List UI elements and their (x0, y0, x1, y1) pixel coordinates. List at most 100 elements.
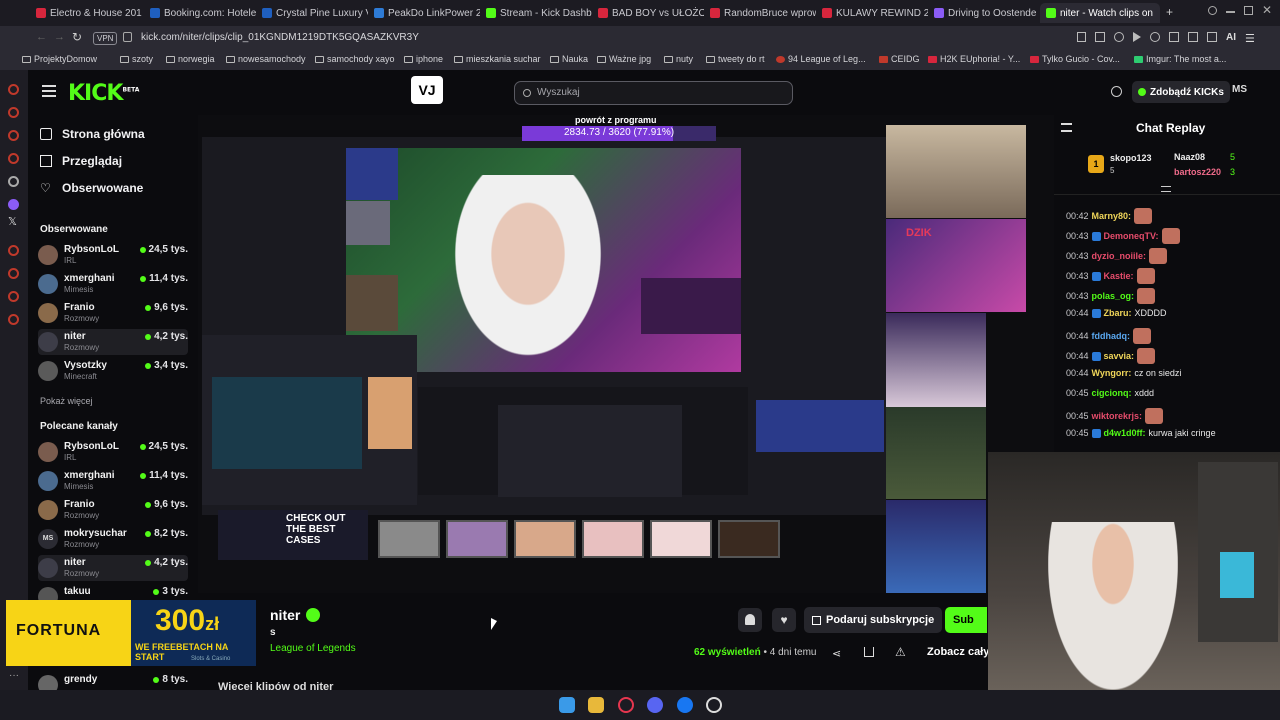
chat-username[interactable]: DemoneqTV: (1104, 231, 1159, 241)
channel-name[interactable]: niter (270, 607, 321, 623)
download-icon[interactable] (1207, 32, 1217, 42)
search-tabs-icon[interactable] (1208, 6, 1217, 15)
ai-icon[interactable]: AI (1226, 32, 1236, 45)
browser-tab[interactable]: RandomBruce wprow (704, 3, 816, 23)
chat-username[interactable]: polas_og: (1092, 291, 1135, 301)
pin-icon[interactable] (8, 291, 19, 302)
bookmark-item[interactable]: Ważne jpg (597, 54, 651, 64)
minimize-icon[interactable] (1226, 11, 1235, 13)
twitch-icon[interactable] (8, 199, 19, 210)
messenger-icon[interactable] (8, 84, 19, 95)
nav-following[interactable]: ♡ Obserwowane (40, 181, 143, 195)
history-icon[interactable] (8, 107, 19, 118)
expand-leaderboard-icon[interactable] (1161, 186, 1171, 192)
menu-icon[interactable]: ☰ (1245, 32, 1255, 45)
followed-channel[interactable]: xmerghani Mimesis 11,4 tys. (38, 271, 188, 297)
chat-username[interactable]: fddhadq: (1092, 331, 1131, 341)
chat-username[interactable]: savvia: (1104, 351, 1135, 361)
show-more-link[interactable]: Pokaż więcej (40, 396, 93, 406)
gear-icon[interactable] (8, 314, 19, 325)
extensions-icon[interactable] (1188, 32, 1198, 42)
collapse-chat-icon[interactable] (1061, 123, 1072, 132)
bookmark-item[interactable]: iphone (404, 54, 443, 64)
player-icon[interactable] (8, 153, 19, 164)
nav-home[interactable]: Strona główna (40, 127, 145, 141)
bookmark-item[interactable]: nowesamochody (226, 54, 306, 64)
hamburger-menu-icon[interactable] (42, 85, 56, 97)
bookmark-item[interactable]: Imgur: The most a... (1134, 54, 1226, 64)
browser-tab[interactable]: Stream - Kick Dashbo (480, 3, 592, 23)
notification-bell-button[interactable] (738, 608, 762, 632)
gift-subscription-button[interactable]: Podaruj subskrypcje (804, 607, 943, 633)
nav-browse[interactable]: Przeglądaj (40, 154, 122, 168)
lock-icon[interactable] (123, 32, 132, 42)
notification-icon[interactable] (1111, 86, 1122, 97)
bookmark-item[interactable]: ProjektyDomow (22, 54, 97, 64)
vpn-badge[interactable]: VPN (93, 32, 118, 45)
recommended-channel[interactable]: xmerghani Mimesis 11,4 tys. (38, 468, 188, 494)
followed-channel[interactable]: Franio Rozmowy 9,6 tys. (38, 300, 188, 326)
back-icon[interactable]: ← (36, 31, 47, 43)
player-icon[interactable] (1133, 32, 1141, 42)
browser-tab-active[interactable]: niter - Watch clips on (1040, 3, 1160, 23)
search-input[interactable]: Wyszukaj (537, 87, 580, 98)
screenshot-icon[interactable] (1095, 32, 1105, 42)
file-explorer-icon[interactable] (588, 697, 604, 713)
clock-icon[interactable] (8, 245, 19, 256)
followed-channel[interactable]: Vysotzky Minecraft 3,4 tys. (38, 358, 188, 384)
bookmark-icon[interactable] (1077, 32, 1086, 42)
bookmark-item[interactable]: szoty (120, 54, 153, 64)
watch-full-stream-button[interactable]: Zobacz cały (927, 646, 989, 658)
browser-tab[interactable]: Booking.com: Hotele (144, 3, 256, 23)
new-tab-icon[interactable]: + (1166, 5, 1173, 19)
subscribe-button[interactable]: Sub (945, 607, 987, 633)
bookmark-item[interactable]: Tylko Gucio - Cov... (1030, 54, 1120, 64)
windows-start-icon[interactable] (559, 697, 575, 713)
browser-tab[interactable]: KULAWY REWIND 20 (816, 3, 928, 23)
url-input[interactable]: kick.com/niter/clips/clip_01KGNDM1219DTK… (141, 32, 419, 43)
download-icon[interactable] (864, 647, 874, 657)
bookmark-item[interactable]: 94 League of Leg... (776, 54, 866, 64)
bookmark-item[interactable]: nuty (664, 54, 693, 64)
report-icon[interactable]: ⚠ (895, 645, 906, 659)
chat-username[interactable]: Zbaru: (1104, 308, 1132, 318)
heart-outline-icon[interactable] (1150, 32, 1160, 42)
bookmark-item[interactable]: samochody xayo (315, 54, 395, 64)
leaderboard-user[interactable]: skopo123 (1110, 153, 1152, 163)
wallet-icon[interactable] (8, 130, 19, 141)
chat-username[interactable]: Kastie: (1104, 271, 1134, 281)
clip-video-player[interactable]: powrót z programu 2834.73 / 3620 (77.91%… (198, 115, 1054, 593)
search-box[interactable]: Wyszukaj (514, 81, 793, 105)
followed-channel[interactable]: RybsonLoL IRL 24,5 tys. (38, 242, 188, 268)
leaderboard-user[interactable]: bartosz220 (1174, 167, 1221, 177)
x-icon[interactable]: 𝕏 (8, 215, 17, 228)
leaderboard-user[interactable]: Naaz08 (1174, 152, 1205, 162)
more-icon[interactable]: ··· (9, 670, 19, 681)
discord-icon[interactable] (647, 697, 663, 713)
user-avatar[interactable]: MS (1232, 84, 1247, 95)
chat-username[interactable]: d4w1d0ff: (1104, 428, 1146, 438)
settings-icon[interactable] (8, 176, 19, 187)
chat-username[interactable]: dyzio_noiile: (1092, 251, 1147, 261)
kick-logo[interactable]: KICKBETA (68, 81, 139, 106)
chat-username[interactable]: cigcionq: (1092, 388, 1132, 398)
get-kicks-button[interactable]: Zdobądź KICKs (1132, 81, 1230, 103)
bookmark-item[interactable]: norwegia (166, 54, 215, 64)
bookmark-item[interactable]: tweety do rt (706, 54, 765, 64)
follow-heart-button[interactable]: ♥ (772, 608, 796, 632)
reload-icon[interactable]: ↻ (72, 30, 82, 44)
adblock-icon[interactable] (1114, 32, 1124, 42)
recommended-channel-selected[interactable]: niter Rozmowy 4,2 tys. (38, 555, 188, 581)
vj-extension-icon[interactable]: VJ (411, 76, 443, 104)
browser-tab[interactable]: PeakDo LinkPower 2 (368, 3, 480, 23)
messenger-icon[interactable] (677, 697, 693, 713)
bookmark-item[interactable]: CEIDG (879, 54, 920, 64)
clip-category-link[interactable]: League of Legends (270, 643, 356, 654)
chat-username[interactable]: wiktorekrjs: (1092, 411, 1143, 421)
maximize-icon[interactable] (1244, 6, 1253, 15)
browser-tab[interactable]: Driving to Oostende (928, 3, 1040, 23)
browser-tab[interactable]: Electro & House 2012 (30, 3, 142, 23)
opera-gx-icon[interactable] (618, 697, 634, 713)
recommended-channel[interactable]: Franio Rozmowy 9,6 tys. (38, 497, 188, 523)
recommended-channel[interactable]: MS mokrysuchar Rozmowy 8,2 tys. (38, 526, 188, 552)
